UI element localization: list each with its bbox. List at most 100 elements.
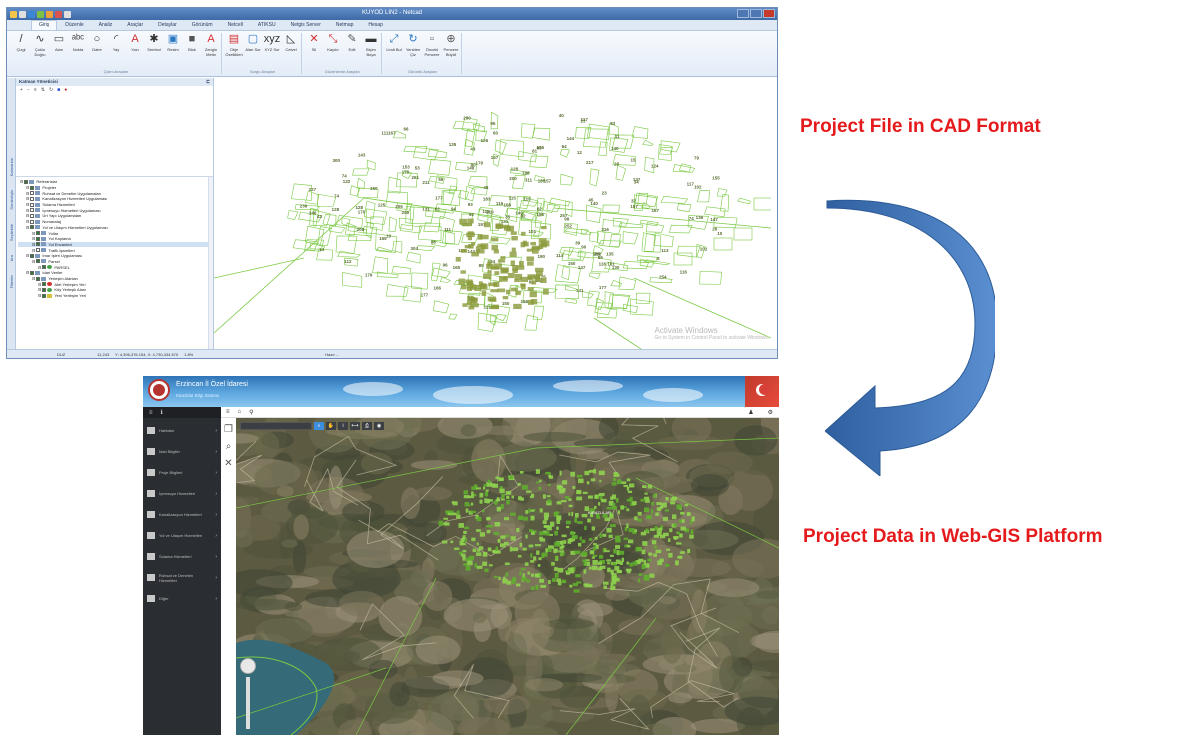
layer-checkbox[interactable] (36, 276, 41, 281)
layer-checkbox[interactable] (42, 265, 47, 270)
layer-row[interactable]: ⊟ Yeni Yerleşim Yeri (18, 293, 211, 299)
ribbon-tool[interactable]: ᵃᵇᶜ Nokta (70, 33, 86, 69)
expand-icon[interactable]: ⊟ (26, 270, 29, 275)
user-icon[interactable]: ♟ (748, 409, 753, 416)
gis-menu-item[interactable]: Kanalizasyon Hizmetleri › (143, 504, 221, 525)
satellite-map[interactable]: KIRAZLILAR ⌕ ✋ i ⟷ ⎙ ◉ (236, 418, 779, 735)
eye-icon[interactable]: ● (64, 87, 67, 94)
ribbon-tab-10[interactable]: Hesap (361, 21, 389, 30)
gis-menu-item[interactable]: Proje Bilgileri › (143, 462, 221, 483)
layer-checkbox[interactable] (24, 179, 29, 184)
ribbon-tool[interactable]: ▤ Obje Özellikleri (225, 33, 242, 69)
ribbon-tool[interactable]: xyz XYZ Sor (264, 33, 281, 69)
expand-icon[interactable]: ⊟ (32, 248, 35, 253)
menu-icon[interactable]: ≡ (226, 409, 230, 415)
map-search-input[interactable] (240, 422, 312, 430)
ribbon-tool[interactable]: ◜ Yay (108, 33, 124, 69)
sidebar-menu-icon[interactable]: ≡ (149, 410, 153, 416)
layers-icon[interactable]: ❐ (224, 424, 233, 435)
expand-icon[interactable]: ⊟ (32, 231, 35, 236)
gis-menu-item[interactable]: Ruhsat ve Denetim Hizmetleri › (143, 567, 221, 588)
zoom-slider[interactable] (246, 677, 250, 729)
expand-icon[interactable]: ⊟ (32, 242, 35, 247)
expand-icon[interactable]: ⊟ (38, 265, 41, 270)
layer-checkbox[interactable] (30, 213, 35, 218)
remove-layer-icon[interactable]: − (27, 87, 30, 94)
maximize-button[interactable] (750, 9, 762, 18)
search-icon[interactable]: ⌕ (226, 441, 232, 452)
layer-checkbox[interactable] (30, 219, 35, 224)
layer-checkbox[interactable] (30, 185, 35, 190)
ribbon-tab-9[interactable]: Netmap (329, 21, 361, 30)
ribbon-tool[interactable]: ▫ Önceki Pencere (424, 33, 440, 69)
gis-menu-item[interactable]: Yol ve Ulaşım Hizmetleri › (143, 525, 221, 546)
ribbon-tool[interactable]: ⊕ Pencere Büyüt (443, 33, 459, 69)
expand-icon[interactable]: ⊟ (26, 213, 29, 218)
layer-checkbox[interactable] (30, 191, 35, 196)
layer-checkbox[interactable] (30, 253, 35, 258)
pan-icon[interactable]: ✋ (326, 422, 336, 430)
pan-navigator[interactable] (240, 658, 256, 674)
refresh-icon[interactable]: ↻ (49, 87, 53, 94)
expand-icon[interactable]: ⊟ (26, 208, 29, 213)
expand-icon[interactable]: ⊟ (26, 225, 29, 230)
expand-icon[interactable]: ⊟ (38, 282, 41, 287)
ribbon-tool[interactable]: ✕ Sil (306, 33, 322, 69)
expand-icon[interactable]: ⊟ (26, 253, 29, 258)
expand-icon[interactable]: ⊟ (26, 219, 29, 224)
measure-icon[interactable]: ⟷ (350, 422, 360, 430)
layer-checkbox[interactable] (30, 225, 35, 230)
ribbon-tool[interactable]: ▢ Alan Sor (245, 33, 261, 69)
ribbon-tab-4[interactable]: Detaylar (151, 21, 184, 30)
settings-icon[interactable]: ⚙ (768, 409, 773, 416)
print-map-icon[interactable]: ⎙ (362, 422, 372, 430)
expand-icon[interactable]: ⊟ (26, 191, 29, 196)
layer-checkbox[interactable] (30, 196, 35, 201)
expand-icon[interactable]: ⊟ (20, 179, 23, 184)
add-layer-icon[interactable]: + (20, 87, 23, 94)
ribbon-tool[interactable]: / Çizgi (13, 33, 29, 69)
minimize-button[interactable] (737, 9, 749, 18)
gis-menu-item[interactable]: Haritalar › (143, 420, 221, 441)
layer-checkbox[interactable] (30, 270, 35, 275)
vertical-tab-1[interactable]: Sembolojis (9, 190, 14, 210)
layer-checkbox[interactable] (30, 208, 35, 213)
ribbon-tool[interactable]: ∿ Çoklu Doğru (32, 33, 48, 69)
expand-icon[interactable]: ⊟ (32, 236, 35, 241)
tree-scrollbar[interactable] (208, 177, 213, 349)
ribbon-tab-6[interactable]: Netcell (221, 21, 250, 30)
ribbon-tool[interactable]: A Yazı (127, 33, 143, 69)
expand-icon[interactable]: ⊟ (26, 185, 29, 190)
ribbon-tool[interactable]: ■ Blok (184, 33, 200, 69)
ribbon-tool[interactable]: ✱ Sembol (146, 33, 162, 69)
layer-checkbox[interactable] (36, 231, 41, 236)
vertical-tab-4[interactable]: Filtreler (9, 275, 14, 288)
ribbon-tool[interactable]: ▣ Resim (165, 33, 181, 69)
filter-icon[interactable]: ≡ (34, 87, 37, 94)
gis-menu-item[interactable]: Diğer › (143, 588, 221, 609)
ribbon-tab-0[interactable]: Giriş (31, 20, 58, 30)
ribbon-tool[interactable]: ⤡ Kaydır (325, 33, 341, 69)
expand-icon[interactable]: ⊟ (26, 202, 29, 207)
ribbon-tool[interactable]: ◺ Cetvel (283, 33, 299, 69)
ribbon-tab-2[interactable]: Analiz (92, 21, 120, 30)
map-search-button[interactable]: ⌕ (314, 422, 324, 430)
expand-icon[interactable]: ⊟ (32, 276, 35, 281)
camera-icon[interactable]: ◉ (374, 422, 384, 430)
vertical-tab-2[interactable]: Seçilebilir (9, 224, 14, 241)
expand-icon[interactable]: ⊟ (38, 293, 41, 298)
gis-menu-item[interactable]: İçmesuyu Hizmetleri › (143, 483, 221, 504)
vertical-tab-0[interactable]: Katmanlar (9, 158, 14, 176)
home-icon[interactable]: ⌂ (238, 409, 242, 415)
layer-checkbox[interactable] (42, 287, 47, 292)
layer-checkbox[interactable] (42, 282, 47, 287)
ribbon-tab-7[interactable]: ATIKSU (251, 21, 283, 30)
layer-checkbox[interactable] (36, 242, 41, 247)
gis-menu-item[interactable]: İdari Bilgiler › (143, 441, 221, 462)
pin-icon[interactable]: ⊏ (206, 79, 210, 85)
layer-checkbox[interactable] (30, 202, 35, 207)
location-pin-icon[interactable]: ⚲ (249, 409, 253, 416)
expand-icon[interactable]: ⊟ (26, 196, 29, 201)
gis-menu-item[interactable]: Sulama Hizmetleri › (143, 546, 221, 567)
expand-icon[interactable]: ⊟ (38, 287, 41, 292)
